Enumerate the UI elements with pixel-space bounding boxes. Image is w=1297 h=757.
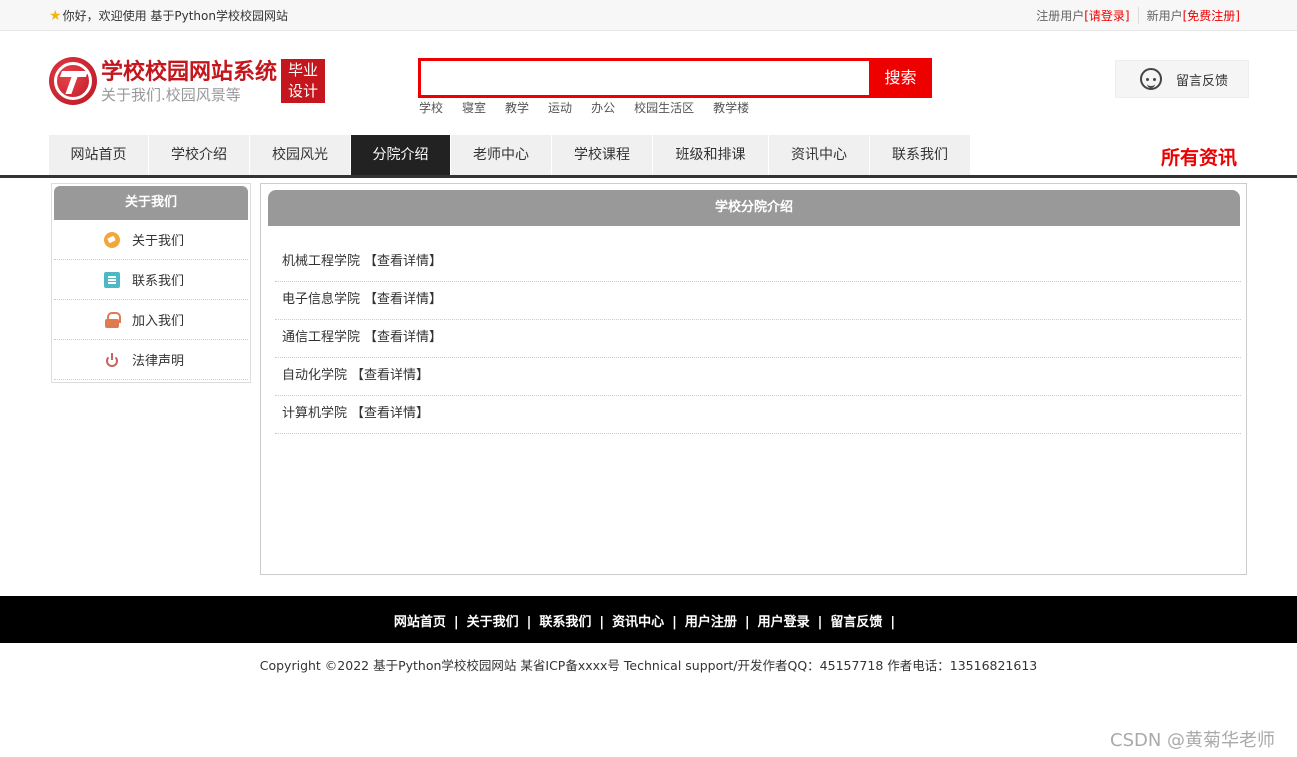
footer-separator: | <box>672 615 677 630</box>
nav-divider <box>0 175 1297 178</box>
sidebar-item-label: 联系我们 <box>132 274 185 289</box>
sidebar-item-about[interactable]: 关于我们 <box>54 220 248 260</box>
feedback-button[interactable]: 留言反馈 <box>1115 60 1249 98</box>
hot-word-link[interactable]: 教学楼 <box>713 99 749 116</box>
hot-word-link[interactable]: 运动 <box>548 99 572 116</box>
college-list-item: 机械工程学院 【查看详情】 <box>275 244 1241 282</box>
site-title[interactable]: 学校校园网站系统 <box>101 54 277 86</box>
footer-link[interactable]: 留言反馈 <box>830 615 882 630</box>
college-name[interactable]: 计算机学院 <box>282 406 347 421</box>
search-input[interactable] <box>421 61 868 95</box>
sidebar-item-join[interactable]: 加入我们 <box>54 300 248 340</box>
footer-link[interactable]: 资讯中心 <box>612 615 664 630</box>
nav-item[interactable]: 分院介绍 <box>351 135 451 175</box>
footer-separator: | <box>890 615 896 630</box>
search-box: 搜索 <box>418 58 932 98</box>
view-detail-link[interactable]: 【查看详情】 <box>364 330 442 345</box>
hot-word-link[interactable]: 校园生活区 <box>634 99 694 116</box>
footer-separator: | <box>744 615 750 630</box>
nav-item[interactable]: 校园风光 <box>250 135 351 175</box>
footer-separator: | <box>453 615 459 630</box>
hot-search-words: 学校 寝室 教学 运动 办公 校园生活区 教学楼 <box>419 99 768 116</box>
footer-link[interactable]: 网站首页 <box>394 615 446 630</box>
hot-word-link[interactable]: 学校 <box>419 99 443 116</box>
footer-link[interactable]: 用户登录 <box>758 615 810 630</box>
footer-link[interactable]: 用户注册 <box>685 615 737 630</box>
power-icon <box>104 352 120 368</box>
college-list-item: 通信工程学院 【查看详情】 <box>275 320 1241 358</box>
college-name[interactable]: 自动化学院 <box>282 368 347 383</box>
sidebar: 关于我们 关于我们 联系我们 加入我们 法律声明 <box>51 183 251 383</box>
panel-title: 学校分院介绍 <box>268 190 1240 226</box>
star-icon: ★ <box>49 7 62 24</box>
top-bar: ★ 你好，欢迎使用 基于Python学校校园网站 注册用户[请登录] 新用户[免… <box>0 0 1297 31</box>
view-detail-link[interactable]: 【查看详情】 <box>364 292 442 307</box>
footer-links: 网站首页 | 关于我们 | 联系我们 | 资讯中心 | 用户注册 | 用户登录 | 留言反馈 | <box>0 611 1297 630</box>
copyright-text: Copyright ©2022 基于Python学校校园网站 某省ICP备xxx… <box>259 658 1038 673</box>
welcome-text: 你好，欢迎使用 基于Python学校校园网站 <box>62 9 288 23</box>
site-logo-icon[interactable] <box>49 57 97 105</box>
college-list-item: 电子信息学院 【查看详情】 <box>275 282 1241 320</box>
nav-item[interactable]: 学校课程 <box>552 135 653 175</box>
college-panel: 学校分院介绍 机械工程学院 【查看详情】 电子信息学院 【查看详情】 通信工程学院 【查看… <box>260 183 1247 575</box>
nav-item[interactable]: 网站首页 <box>49 135 149 175</box>
feedback-label: 留言反馈 <box>1176 73 1229 89</box>
free-register-link[interactable]: [免费注册] <box>1183 9 1240 23</box>
sidebar-item-legal[interactable]: 法律声明 <box>54 340 248 380</box>
college-list-item: 计算机学院 【查看详情】 <box>275 396 1241 434</box>
sidebar-item-label: 法律声明 <box>132 354 185 369</box>
lock-icon <box>104 311 121 328</box>
site-subtitle: 关于我们.校园风景等 <box>101 86 241 104</box>
contact-icon <box>104 271 120 288</box>
sidebar-item-label: 加入我们 <box>132 314 185 329</box>
welcome-message: ★ 你好，欢迎使用 基于Python学校校园网站 <box>49 7 288 24</box>
nav-item[interactable]: 学校介绍 <box>149 135 250 175</box>
about-icon <box>104 231 120 248</box>
college-name[interactable]: 通信工程学院 <box>282 330 360 345</box>
nav-item[interactable]: 老师中心 <box>451 135 552 175</box>
hot-word-link[interactable]: 寝室 <box>462 99 486 116</box>
account-links: 注册用户[请登录] 新用户[免费注册] <box>1028 7 1248 24</box>
all-news-link[interactable]: 所有资讯 <box>1161 143 1237 170</box>
college-list-item: 自动化学院 【查看详情】 <box>275 358 1241 396</box>
college-name[interactable]: 电子信息学院 <box>282 292 360 307</box>
college-list: 机械工程学院 【查看详情】 电子信息学院 【查看详情】 通信工程学院 【查看详情】 自动化学… <box>275 244 1241 434</box>
sidebar-title: 关于我们 <box>54 186 248 220</box>
college-name[interactable]: 机械工程学院 <box>282 254 360 269</box>
footer-link[interactable]: 联系我们 <box>539 615 591 630</box>
login-link[interactable]: [请登录] <box>1084 9 1129 23</box>
sidebar-item-contact[interactable]: 联系我们 <box>54 260 248 300</box>
nav-item[interactable]: 联系我们 <box>870 135 971 175</box>
main-nav: 网站首页 学校介绍 校园风光 分院介绍 老师中心 学校课程 班级和排课 资讯中心 联系我们 <box>49 135 971 175</box>
view-detail-link[interactable]: 【查看详情】 <box>351 368 429 383</box>
footer-separator: | <box>817 615 823 630</box>
footer-separator: | <box>526 615 532 630</box>
footer-separator: | <box>599 615 605 630</box>
customer-service-icon <box>1140 68 1162 90</box>
nav-item[interactable]: 班级和排课 <box>653 135 769 175</box>
footer-link[interactable]: 关于我们 <box>467 615 519 630</box>
new-user-label: 新用户 <box>1146 9 1183 23</box>
search-button[interactable]: 搜索 <box>869 58 932 98</box>
view-detail-link[interactable]: 【查看详情】 <box>364 254 442 269</box>
badge-line-2: 设计 <box>287 82 318 100</box>
nav-item[interactable]: 资讯中心 <box>769 135 870 175</box>
register-user-label: 注册用户 <box>1036 9 1085 23</box>
hot-word-link[interactable]: 教学 <box>505 99 529 116</box>
badge-line-1: 毕业 <box>287 61 318 79</box>
view-detail-link[interactable]: 【查看详情】 <box>351 406 429 421</box>
csdn-watermark: CSDN @黄菊华老师 <box>1110 730 1276 751</box>
graduation-design-badge: 毕业 设计 <box>281 59 325 103</box>
hot-word-link[interactable]: 办公 <box>591 99 615 116</box>
sidebar-item-label: 关于我们 <box>132 234 185 249</box>
footer-bar: 网站首页 | 关于我们 | 联系我们 | 资讯中心 | 用户注册 | 用户登录 | 留言反馈 | <box>0 596 1297 643</box>
